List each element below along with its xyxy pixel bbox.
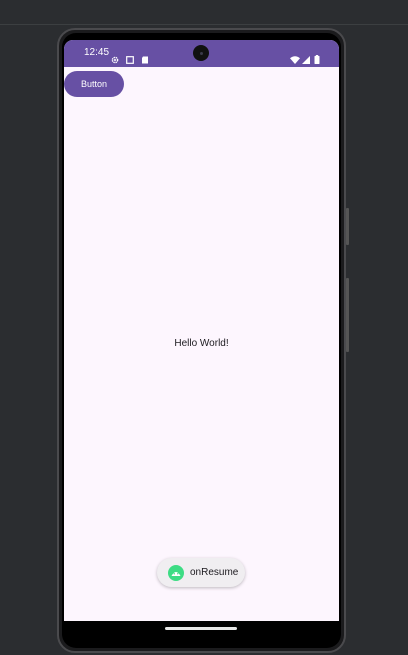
android-icon	[168, 564, 184, 581]
notification-square-icon	[126, 49, 134, 64]
phone-screen: 12:45 Button Hello World! onResume	[64, 40, 339, 621]
toast-text: onResume	[190, 567, 239, 578]
main-button[interactable]: Button	[64, 71, 124, 97]
settings-icon	[111, 49, 119, 64]
status-bar: 12:45	[64, 40, 339, 67]
wifi-icon	[290, 49, 300, 64]
emulator-toolbar	[0, 0, 408, 25]
battery-icon	[314, 49, 320, 64]
power-button[interactable]	[346, 208, 349, 245]
toast-message: onResume	[157, 558, 245, 587]
cellular-signal-icon	[302, 49, 310, 64]
hello-world-text: Hello World!	[174, 338, 229, 349]
front-camera	[193, 45, 209, 61]
gesture-handle[interactable]	[165, 627, 237, 630]
sd-card-icon	[141, 49, 149, 64]
navigation-bar	[64, 621, 339, 641]
status-time: 12:45	[84, 47, 110, 58]
volume-button[interactable]	[346, 278, 349, 352]
